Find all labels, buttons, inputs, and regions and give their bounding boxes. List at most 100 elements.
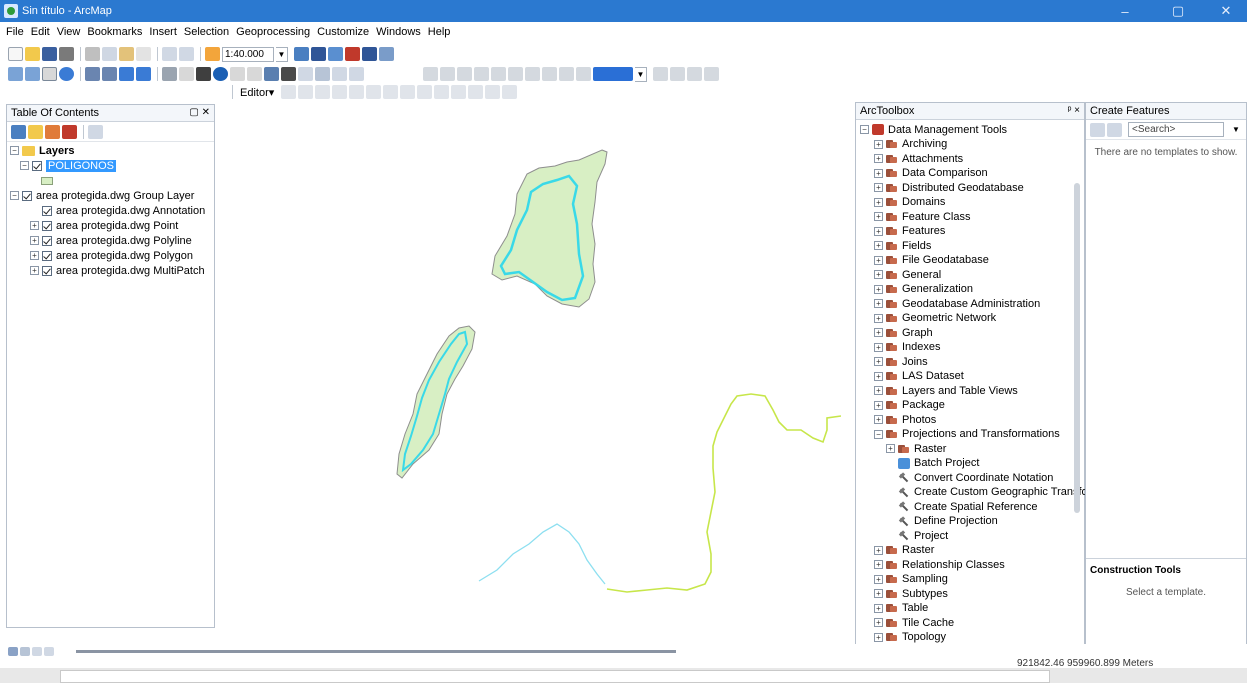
menu-customize[interactable]: Customize bbox=[317, 26, 369, 38]
chevron-down-icon[interactable]: ▼ bbox=[1232, 125, 1240, 134]
layer-visibility-checkbox[interactable] bbox=[42, 265, 52, 276]
expand-icon[interactable]: + bbox=[874, 371, 883, 381]
edit-annotation-icon[interactable] bbox=[298, 85, 314, 99]
toolbox-item[interactable]: + Attachments bbox=[874, 151, 963, 166]
expand-icon[interactable]: + bbox=[30, 266, 39, 275]
toolbox-scrollbar[interactable] bbox=[1074, 183, 1080, 513]
toolbox-item[interactable]: + Distributed Geodatabase bbox=[874, 180, 1024, 195]
html-popup-icon[interactable] bbox=[247, 67, 262, 81]
toolbox-item[interactable]: + General bbox=[874, 267, 941, 282]
toolbox-item[interactable]: + Package bbox=[874, 398, 945, 413]
point-icon[interactable] bbox=[366, 85, 382, 99]
toolbox-item[interactable]: + Raster bbox=[886, 441, 946, 456]
list-by-selection-icon[interactable] bbox=[62, 124, 77, 139]
expand-icon[interactable]: + bbox=[874, 415, 883, 424]
expand-icon[interactable]: + bbox=[874, 313, 883, 323]
refresh-icon[interactable] bbox=[32, 647, 42, 656]
fixed-zoom-out-icon[interactable] bbox=[102, 67, 117, 81]
fixed-zoom-in-icon[interactable] bbox=[85, 67, 100, 81]
collapse-icon[interactable]: − bbox=[860, 125, 869, 134]
chevron-down-icon[interactable]: ▼ bbox=[276, 46, 288, 62]
menu-help[interactable]: Help bbox=[428, 26, 451, 38]
menu-selection[interactable]: Selection bbox=[184, 26, 229, 38]
arctoolbox-icon[interactable] bbox=[345, 47, 360, 61]
back-extent-icon[interactable] bbox=[119, 67, 134, 81]
expand-icon[interactable]: + bbox=[874, 328, 883, 337]
editor-toolbar-icon[interactable] bbox=[294, 47, 309, 61]
toolbox-item[interactable]: + Features bbox=[874, 224, 945, 239]
toc-layer-item[interactable]: − POLIGONOS bbox=[20, 158, 117, 173]
expand-icon[interactable]: + bbox=[874, 183, 883, 192]
layer-visibility-checkbox[interactable] bbox=[22, 190, 32, 201]
split-icon[interactable] bbox=[434, 85, 450, 99]
expand-icon[interactable]: + bbox=[874, 154, 883, 163]
toolbox-item[interactable]: + Domains bbox=[874, 195, 945, 210]
toolbox-item[interactable]: + Generalization bbox=[874, 282, 973, 297]
template-search-input[interactable]: <Search> bbox=[1128, 122, 1224, 137]
chevron-down-icon[interactable]: ▼ bbox=[635, 66, 647, 82]
expand-icon[interactable]: + bbox=[874, 197, 883, 207]
menu-edit[interactable]: Edit bbox=[31, 26, 50, 38]
layer-visibility-checkbox[interactable] bbox=[42, 235, 52, 246]
select-elements-icon[interactable] bbox=[196, 67, 211, 81]
toolbox-item[interactable]: + File Geodatabase bbox=[874, 253, 989, 268]
expand-icon[interactable]: + bbox=[874, 603, 883, 613]
taskbar-search[interactable] bbox=[60, 670, 1050, 683]
layout-view-icon[interactable] bbox=[20, 647, 30, 656]
editor-menu-button[interactable]: Editor▾ bbox=[237, 86, 277, 99]
expand-icon[interactable]: + bbox=[874, 226, 883, 236]
rotate-icon[interactable] bbox=[451, 85, 467, 99]
delete-icon[interactable] bbox=[136, 47, 151, 61]
zoom-in-icon[interactable] bbox=[8, 67, 23, 81]
menu-view[interactable]: View bbox=[57, 26, 81, 38]
layer-visibility-checkbox[interactable] bbox=[42, 220, 52, 231]
expand-icon[interactable]: + bbox=[874, 560, 883, 569]
menu-insert[interactable]: Insert bbox=[149, 26, 177, 38]
full-extent-icon[interactable] bbox=[59, 67, 74, 81]
expand-icon[interactable]: + bbox=[874, 357, 883, 366]
expand-icon[interactable]: + bbox=[30, 236, 39, 245]
collapse-icon[interactable]: − bbox=[10, 191, 19, 200]
collapse-icon[interactable]: − bbox=[10, 146, 19, 155]
polygon-symbol-swatch[interactable] bbox=[41, 176, 53, 185]
sketch-properties-icon[interactable] bbox=[485, 85, 501, 99]
menu-windows[interactable]: Windows bbox=[376, 26, 421, 38]
arctoolbox-pin-close-icon[interactable]: ᵖ × bbox=[1068, 105, 1080, 116]
go-to-xy-icon[interactable] bbox=[315, 67, 330, 81]
filter-templates-icon[interactable] bbox=[1107, 122, 1122, 137]
toolbox-item[interactable]: − Data Management Tools bbox=[860, 122, 1007, 137]
expand-icon[interactable]: + bbox=[874, 400, 883, 410]
copy-icon[interactable] bbox=[102, 47, 117, 61]
panel-divider[interactable] bbox=[1086, 558, 1246, 559]
attributes-icon[interactable] bbox=[468, 85, 484, 99]
change-layout-icon[interactable] bbox=[559, 67, 574, 81]
toolbox-item[interactable]: + Relationship Classes bbox=[874, 557, 1005, 572]
toolbox-item[interactable]: + Sampling bbox=[874, 572, 948, 587]
draw-text-icon[interactable] bbox=[670, 67, 685, 81]
endpoint-arc-icon[interactable] bbox=[332, 85, 348, 99]
toolbox-item[interactable]: Create Spatial Reference bbox=[898, 499, 1038, 514]
catalog-icon[interactable] bbox=[328, 47, 343, 61]
pan-icon[interactable] bbox=[42, 67, 57, 81]
expand-icon[interactable]: + bbox=[874, 589, 883, 598]
find-route-icon[interactable] bbox=[298, 67, 313, 81]
expand-icon[interactable]: + bbox=[874, 270, 883, 279]
toolbox-item[interactable]: + Fields bbox=[874, 238, 931, 253]
river-line-cyan[interactable] bbox=[478, 523, 606, 585]
layout-zoom-out-icon[interactable] bbox=[440, 67, 455, 81]
toolbox-item[interactable]: + LAS Dataset bbox=[874, 369, 964, 384]
cut-polygons-icon[interactable] bbox=[417, 85, 433, 99]
toc-close-icon[interactable]: ▢ ✕ bbox=[189, 107, 210, 118]
straight-segment-icon[interactable] bbox=[315, 85, 331, 99]
edit-tool-icon[interactable] bbox=[281, 85, 297, 99]
toc-layer-item[interactable]: + area protegida.dwg Polyline bbox=[30, 233, 192, 248]
expand-icon[interactable]: + bbox=[30, 221, 39, 230]
save-icon[interactable] bbox=[42, 47, 57, 61]
data-view-icon[interactable] bbox=[8, 647, 18, 656]
toolbox-item[interactable]: + Table bbox=[874, 601, 928, 616]
toc-layer-item[interactable]: + area protegida.dwg Polygon bbox=[30, 248, 193, 263]
toolbox-item[interactable]: + Topology bbox=[874, 630, 946, 645]
toc-layer-item[interactable]: − area protegida.dwg Group Layer bbox=[10, 188, 194, 203]
toolbox-item[interactable]: + Tile Cache bbox=[874, 615, 954, 630]
toolbox-item[interactable]: + Archiving bbox=[874, 137, 947, 152]
